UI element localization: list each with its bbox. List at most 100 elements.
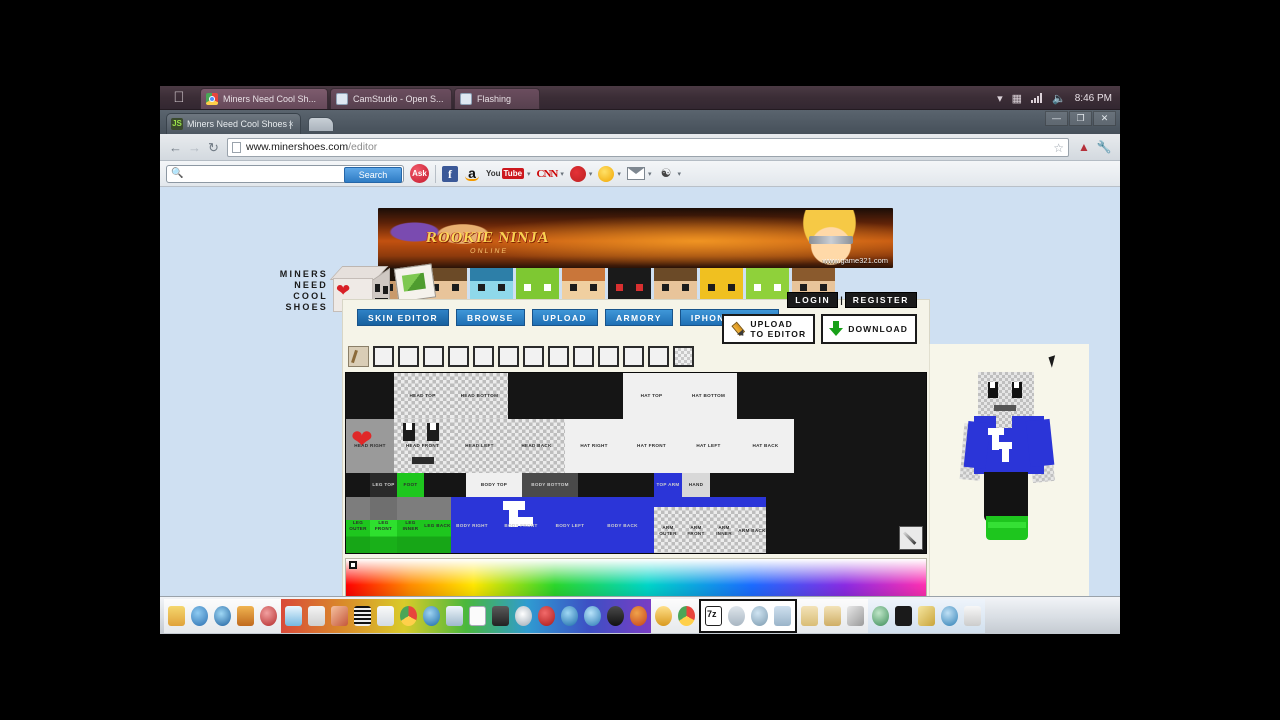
register-button[interactable]: REGISTER	[844, 292, 917, 308]
texture-cell-empty[interactable]	[578, 473, 654, 497]
download-button[interactable]: DOWNLOAD	[821, 314, 917, 344]
texture-cell-leg-inner[interactable]: LEG INNER	[397, 497, 424, 553]
tools-icon[interactable]	[845, 604, 866, 628]
nav-skin-editor[interactable]: SKIN EDITOR	[357, 309, 450, 326]
minimize-button[interactable]: —	[1045, 111, 1068, 126]
texture-cell-empty[interactable]	[508, 373, 623, 419]
skin-preview-pane[interactable]	[929, 344, 1089, 596]
paint-icon[interactable]	[283, 604, 304, 628]
texture-cell-leg-back[interactable]: LEG BACK	[424, 497, 451, 553]
sandbox-icon[interactable]	[653, 604, 674, 628]
color-picker-marker[interactable]	[349, 561, 357, 569]
texture-cell-hat-right[interactable]: HAT RIGHT	[565, 419, 623, 473]
globe-icon[interactable]	[870, 604, 891, 628]
reload-button[interactable]: ↻	[204, 138, 223, 157]
folder-docs-icon[interactable]	[822, 604, 843, 628]
palette-swatch[interactable]	[448, 346, 469, 367]
skin-preview-3d[interactable]	[954, 372, 1066, 562]
palette-swatch[interactable]	[498, 346, 519, 367]
mac-window-tab-flashing[interactable]: Flashing	[454, 88, 540, 109]
texture-cell-hat-top[interactable]: HAT TOP	[623, 373, 680, 419]
clock[interactable]: 8:46 PM	[1075, 93, 1112, 104]
chevron-down-icon[interactable]: ▾	[677, 170, 681, 178]
chevron-down-icon[interactable]: ▾	[589, 170, 593, 178]
text-icon[interactable]	[352, 604, 373, 628]
chevron-down-icon[interactable]: ▾	[997, 92, 1003, 105]
palette-swatch[interactable]	[598, 346, 619, 367]
palette-swatch-transparent[interactable]	[673, 346, 694, 367]
volume-icon[interactable]: 🔈	[1052, 92, 1066, 105]
cnn-shortcut[interactable]: CNN ▾	[537, 168, 564, 180]
texture-cell-empty[interactable]	[710, 473, 926, 497]
texture-cell-leg-front[interactable]: LEG FRONT	[370, 497, 397, 553]
skin-thumbnail[interactable]	[470, 268, 513, 300]
forward-button[interactable]: →	[185, 138, 204, 157]
palette-swatch[interactable]	[373, 346, 394, 367]
texture-cell-head-bottom[interactable]: HEAD BOTTOM	[451, 373, 508, 419]
youtube-shortcut[interactable]: You Tube ▾	[486, 168, 531, 179]
palette-swatch[interactable]	[398, 346, 419, 367]
apple-logo-icon[interactable]: 	[172, 89, 186, 106]
skin-thumbnail[interactable]	[608, 268, 651, 300]
file-explorer-icon[interactable]	[375, 604, 396, 628]
color-gradient-picker[interactable]	[345, 558, 927, 596]
texture-cell-empty[interactable]	[424, 473, 466, 497]
media-player-icon[interactable]	[258, 604, 279, 628]
brush-icon[interactable]	[348, 346, 369, 367]
chevron-down-icon[interactable]: ▾	[648, 170, 652, 178]
ask-search-box[interactable]: 🔍 Search	[166, 164, 404, 183]
itunes-icon[interactable]	[189, 604, 210, 628]
chevron-down-icon[interactable]: ▾	[560, 170, 564, 178]
palette-swatch[interactable]	[623, 346, 644, 367]
skin-thumbnail[interactable]	[516, 268, 559, 300]
texture-cell-body-back[interactable]: BODY BACK	[591, 497, 654, 553]
extension-icon[interactable]: ▲	[1074, 138, 1094, 157]
texture-cell-empty[interactable]	[346, 373, 394, 419]
mac-window-tab-camstudio[interactable]: CamStudio - Open S...	[330, 88, 452, 109]
weather-shortcut[interactable]: ▾	[598, 165, 621, 182]
texture-cell-leg-top[interactable]: LEG TOP	[370, 473, 397, 497]
chevron-down-icon[interactable]: ▾	[617, 170, 621, 178]
mail-shortcut[interactable]: ▾	[626, 167, 652, 180]
chrome-alt-icon[interactable]	[398, 604, 419, 628]
camera-icon[interactable]	[490, 604, 511, 628]
more-shortcut[interactable]: ☯ ▾	[657, 165, 681, 182]
palette-swatch[interactable]	[573, 346, 594, 367]
ie-blue-icon[interactable]	[582, 604, 603, 628]
skype-icon[interactable]	[726, 604, 747, 628]
texture-cell-leg-outer[interactable]: LEG OUTER	[346, 497, 370, 553]
wand-icon[interactable]	[916, 604, 937, 628]
texture-cell-hat-front[interactable]: HAT FRONT	[623, 419, 680, 473]
texture-cell-hat-left[interactable]: HAT LEFT	[680, 419, 737, 473]
texture-cell-foot[interactable]: FOOT	[397, 473, 424, 497]
signal-bars-icon[interactable]	[1031, 93, 1043, 103]
tshirt-icon[interactable]	[893, 604, 914, 628]
chrome-tab-active[interactable]: JS Miners Need Cool Shoes | ×	[166, 113, 301, 134]
skin-thumbnail[interactable]	[654, 268, 697, 300]
palette-swatch[interactable]	[423, 346, 444, 367]
palette-swatch[interactable]	[548, 346, 569, 367]
texture-cell-hat-bottom[interactable]: HAT BOTTOM	[680, 373, 737, 419]
facebook-shortcut[interactable]: f	[442, 165, 458, 182]
back-button[interactable]: ←	[166, 138, 185, 157]
opera-icon[interactable]	[559, 604, 580, 628]
skin-thumbnail[interactable]	[746, 268, 789, 300]
ie-icon[interactable]	[421, 604, 442, 628]
finder-icon[interactable]	[166, 604, 187, 628]
folder-icon[interactable]	[799, 604, 820, 628]
disc-icon[interactable]	[513, 604, 534, 628]
firefox-icon[interactable]	[212, 604, 233, 628]
ask-search-button[interactable]: Search	[344, 166, 402, 183]
texture-cell-hat-back[interactable]: HAT BACK	[737, 419, 794, 473]
skin-thumbnail[interactable]	[562, 268, 605, 300]
texture-cell-head-top[interactable]: HEAD TOP	[394, 373, 451, 419]
picture-viewer-icon[interactable]	[444, 604, 465, 628]
palette-swatch[interactable]	[473, 346, 494, 367]
texture-cell-body-top[interactable]: BODY TOP	[466, 473, 522, 497]
paint-net-icon[interactable]	[628, 604, 649, 628]
texture-cell-empty[interactable]	[346, 473, 370, 497]
texture-cell-top-arm[interactable]: TOP ARM	[654, 473, 682, 497]
close-button[interactable]: ✕	[1093, 111, 1116, 126]
texture-cell-body-bottom[interactable]: BODY BOTTOM	[522, 473, 578, 497]
login-button[interactable]: LOGIN	[787, 292, 839, 308]
